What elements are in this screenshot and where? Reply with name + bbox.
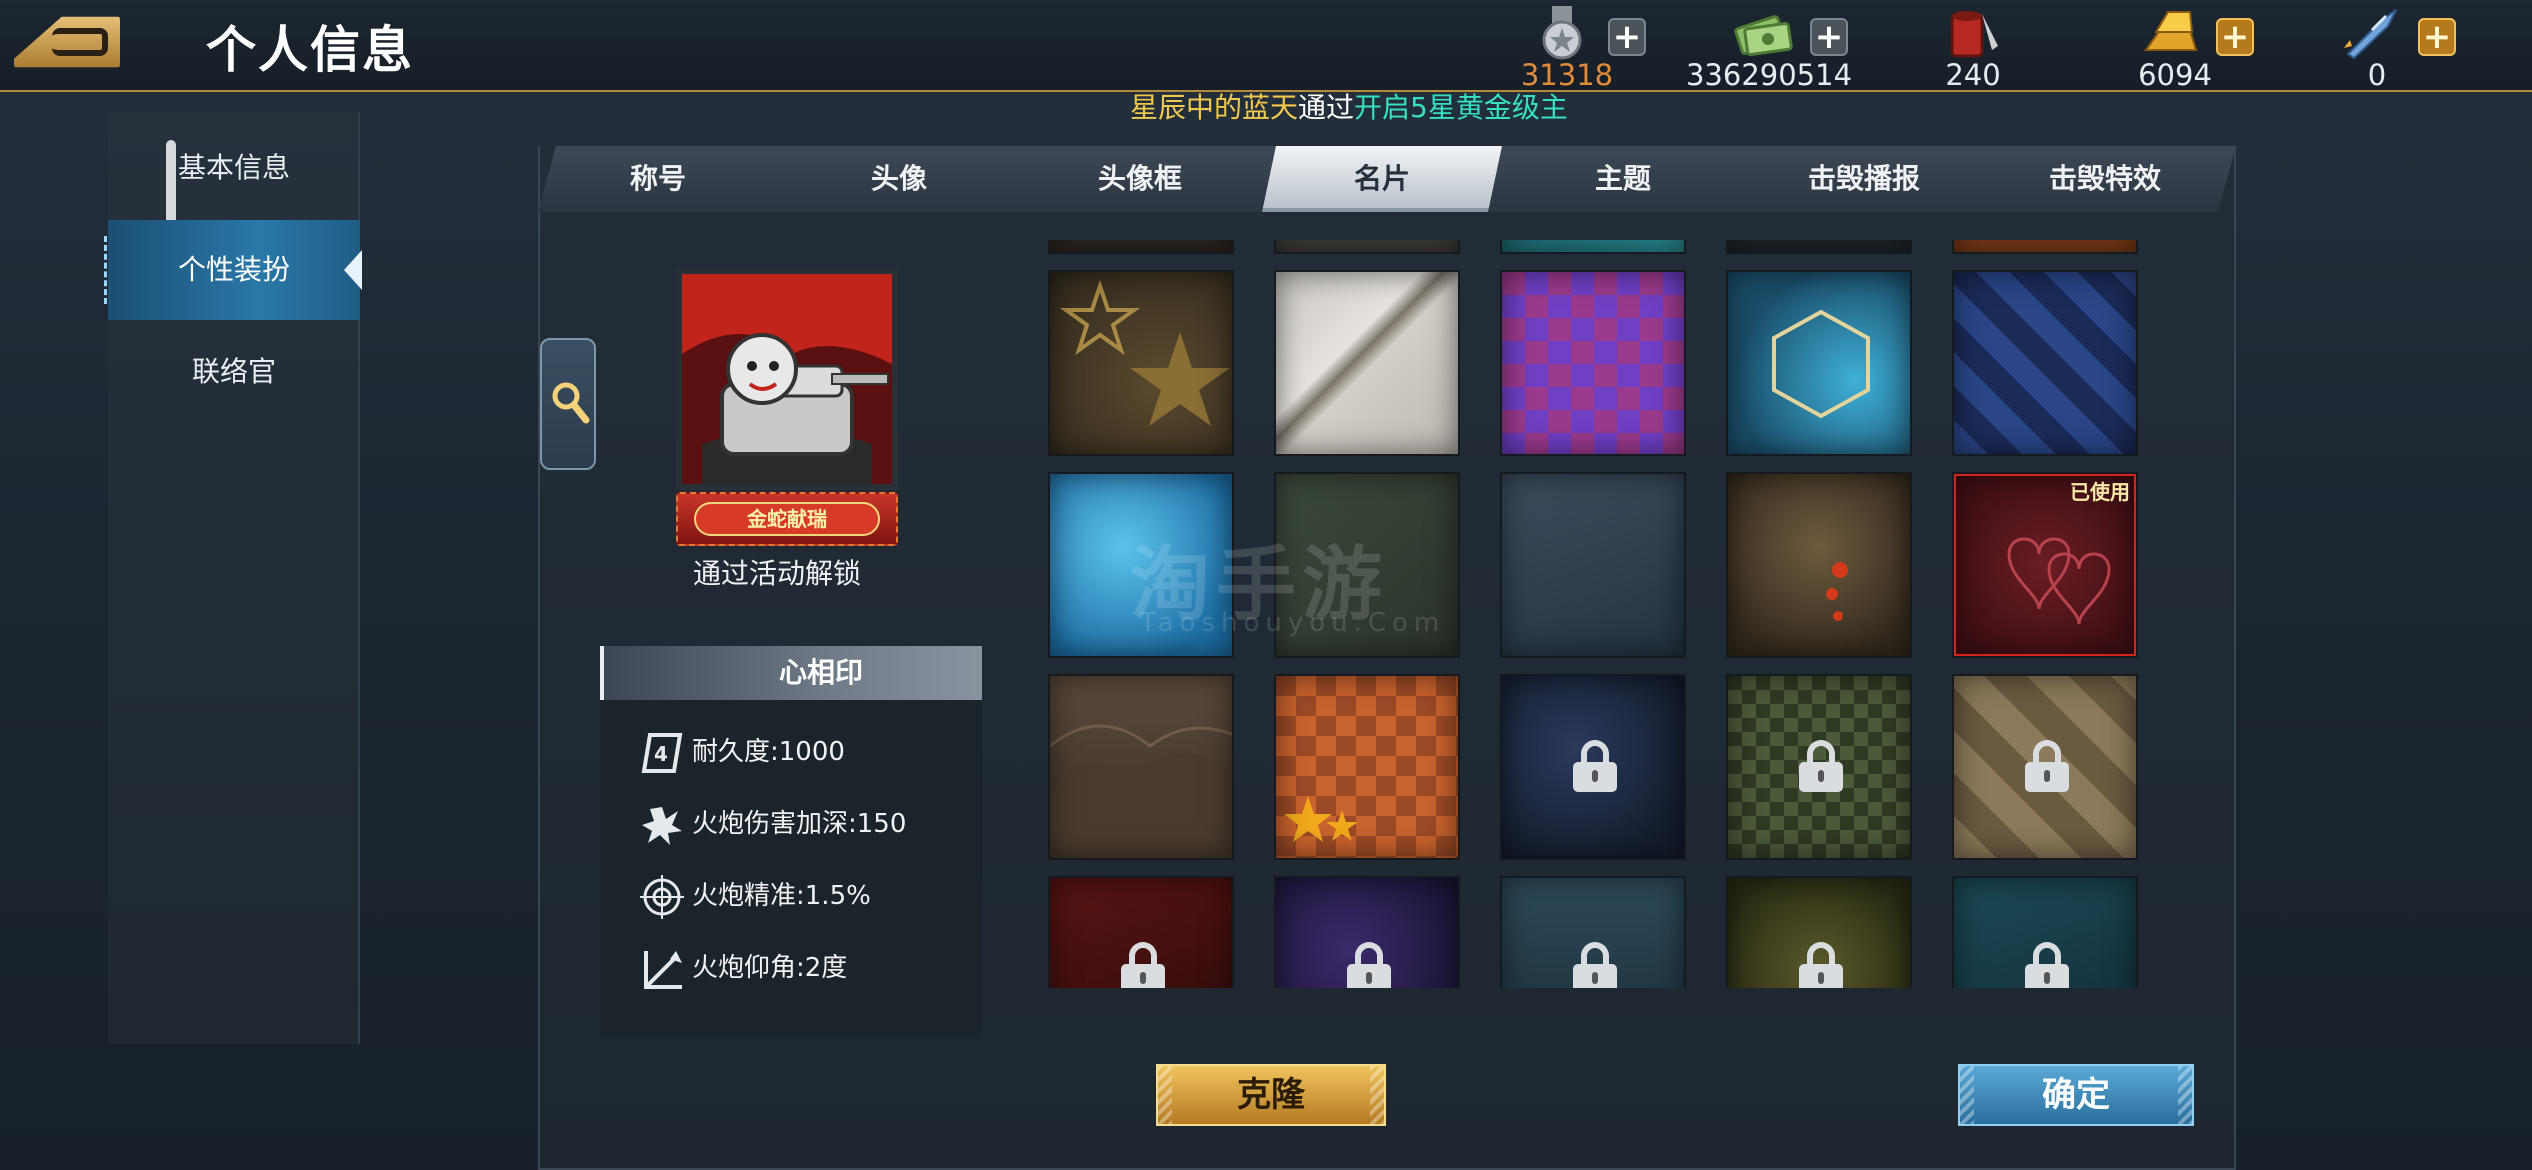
cash-add-button[interactable]: +: [1810, 18, 1848, 56]
card-tile[interactable]: [1500, 240, 1686, 254]
sidebar-item-liaison[interactable]: 联络官: [108, 322, 360, 422]
card-tile[interactable]: [1726, 270, 1912, 456]
resource-gold: + 6094: [2070, 4, 2280, 92]
card-tile-locked[interactable]: [1952, 876, 2138, 988]
card-name-badge: 金蛇献瑞: [676, 492, 898, 546]
sidebar-item-customization[interactable]: 个性装扮: [104, 220, 362, 320]
lock-icon: [1573, 942, 1617, 988]
tab-kill-effect[interactable]: 击毁特效: [1985, 146, 2225, 212]
card-tile[interactable]: [1726, 240, 1912, 254]
lock-icon: [1799, 740, 1843, 792]
rocket-count: 0: [2367, 58, 2387, 92]
cash-count: 336290514: [1685, 58, 1853, 92]
clone-button-label: 克隆: [1237, 1075, 1305, 1115]
resource-paint: 240: [1868, 4, 2078, 92]
card-tile[interactable]: [1500, 472, 1686, 658]
stat-cannon-damage: 火炮伤害加深:150: [640, 799, 906, 849]
card-tile-locked[interactable]: [1048, 876, 1234, 988]
tab-title[interactable]: 称号: [538, 146, 778, 212]
svg-text:4: 4: [654, 742, 668, 766]
announcement-marquee: 星辰中的蓝天通过开启5星黄金级主: [1130, 88, 1650, 132]
lock-icon: [1573, 740, 1617, 792]
card-tile-locked[interactable]: [1726, 876, 1912, 988]
sidebar-item-label: 联络官: [191, 355, 276, 388]
card-tile[interactable]: [1048, 240, 1234, 254]
gold-add-button[interactable]: +: [2216, 18, 2254, 56]
card-tile[interactable]: [1726, 472, 1912, 658]
rocket-icon: [2344, 9, 2397, 60]
in-use-badge: 已使用: [2070, 480, 2130, 504]
explosion-icon: [642, 806, 682, 845]
paint-count: 240: [1945, 58, 2001, 92]
card-tile[interactable]: [1274, 270, 1460, 456]
rocket-add-button[interactable]: +: [2418, 18, 2456, 56]
stat-text: 火炮精准:1.5%: [692, 881, 871, 911]
gold-bars-icon: [2144, 11, 2198, 51]
crosshair-icon: [640, 874, 684, 919]
card-tile[interactable]: [1274, 240, 1460, 254]
medal-count: 31318: [1520, 58, 1614, 92]
sidebar-item-label: 个性装扮: [177, 253, 290, 286]
confirm-button[interactable]: 确定: [1958, 1064, 2194, 1126]
stats-title: 心相印: [778, 656, 863, 689]
cash-icon: [1734, 15, 1793, 57]
marquee-verb: 通过: [1298, 91, 1355, 124]
magnifier-icon: [552, 382, 590, 424]
unlock-condition: 通过活动解锁: [692, 557, 861, 590]
back-arrow-icon: [52, 28, 108, 56]
card-tile-locked[interactable]: [1952, 674, 2138, 860]
lock-icon: [2025, 740, 2069, 792]
stat-durability: 4 耐久度:1000: [640, 727, 845, 777]
elevation-angle-icon: [644, 950, 682, 989]
paint-bucket-icon: [1950, 11, 1998, 58]
card-tile-in-use[interactable]: 已使用: [1952, 472, 2138, 658]
page-title: 个人信息: [206, 21, 414, 79]
sidebar-item-label: 基本信息: [177, 151, 290, 184]
medal-icon: [1542, 6, 1582, 60]
card-tile[interactable]: [1048, 674, 1234, 860]
tab-theme[interactable]: 主题: [1503, 146, 1743, 212]
gold-count: 6094: [2138, 58, 2212, 92]
stat-cannon-accuracy: 火炮精准:1.5%: [640, 871, 871, 921]
lock-icon: [1121, 942, 1165, 988]
stat-text: 火炮仰角:2度: [692, 953, 848, 983]
card-tile[interactable]: [1500, 270, 1686, 456]
stat-cannon-elevation: 火炮仰角:2度: [640, 943, 847, 993]
card-tile-locked[interactable]: [1274, 876, 1460, 988]
card-tile[interactable]: [1048, 270, 1234, 456]
confirm-button-label: 确定: [2042, 1075, 2110, 1115]
stat-text: 火炮伤害加深:150: [692, 809, 907, 839]
card-tile-locked[interactable]: [1500, 876, 1686, 988]
tab-avatar[interactable]: 头像: [779, 146, 1019, 212]
medal-add-button[interactable]: +: [1608, 18, 1646, 56]
tab-business-card[interactable]: 名片: [1262, 146, 1502, 212]
tab-avatar-frame[interactable]: 头像框: [1020, 146, 1260, 212]
marquee-player-name: 星辰中的蓝天: [1130, 91, 1299, 124]
marquee-event: 开启5星黄金级主: [1354, 91, 1568, 124]
card-tile[interactable]: [1952, 240, 2138, 254]
card-preview-image: [676, 268, 898, 490]
card-tile-locked[interactable]: [1500, 674, 1686, 860]
card-tile[interactable]: [1274, 674, 1460, 860]
resource-medal: + 31318: [1462, 4, 1672, 92]
card-tile-locked[interactable]: [1726, 674, 1912, 860]
durability-icon: 4: [641, 732, 683, 773]
card-badge-text: 金蛇献瑞: [694, 502, 880, 536]
card-tile[interactable]: [1952, 270, 2138, 456]
tab-kill-broadcast[interactable]: 击毁播报: [1744, 146, 1984, 212]
active-indicator-icon: [344, 250, 362, 290]
stat-text: 耐久度:1000: [692, 737, 845, 767]
lock-icon: [2025, 942, 2069, 988]
clone-button[interactable]: 克隆: [1156, 1064, 1386, 1126]
resource-rocket: + 0: [2272, 4, 2482, 92]
sidebar-item-basic-info[interactable]: 基本信息: [108, 118, 360, 218]
lock-icon: [1799, 942, 1843, 988]
watermark-url: Taoshouyou.Com: [1140, 608, 1446, 638]
lock-icon: [1347, 942, 1391, 988]
search-button[interactable]: [540, 338, 596, 470]
resource-cash: + 336290514: [1664, 4, 1874, 92]
